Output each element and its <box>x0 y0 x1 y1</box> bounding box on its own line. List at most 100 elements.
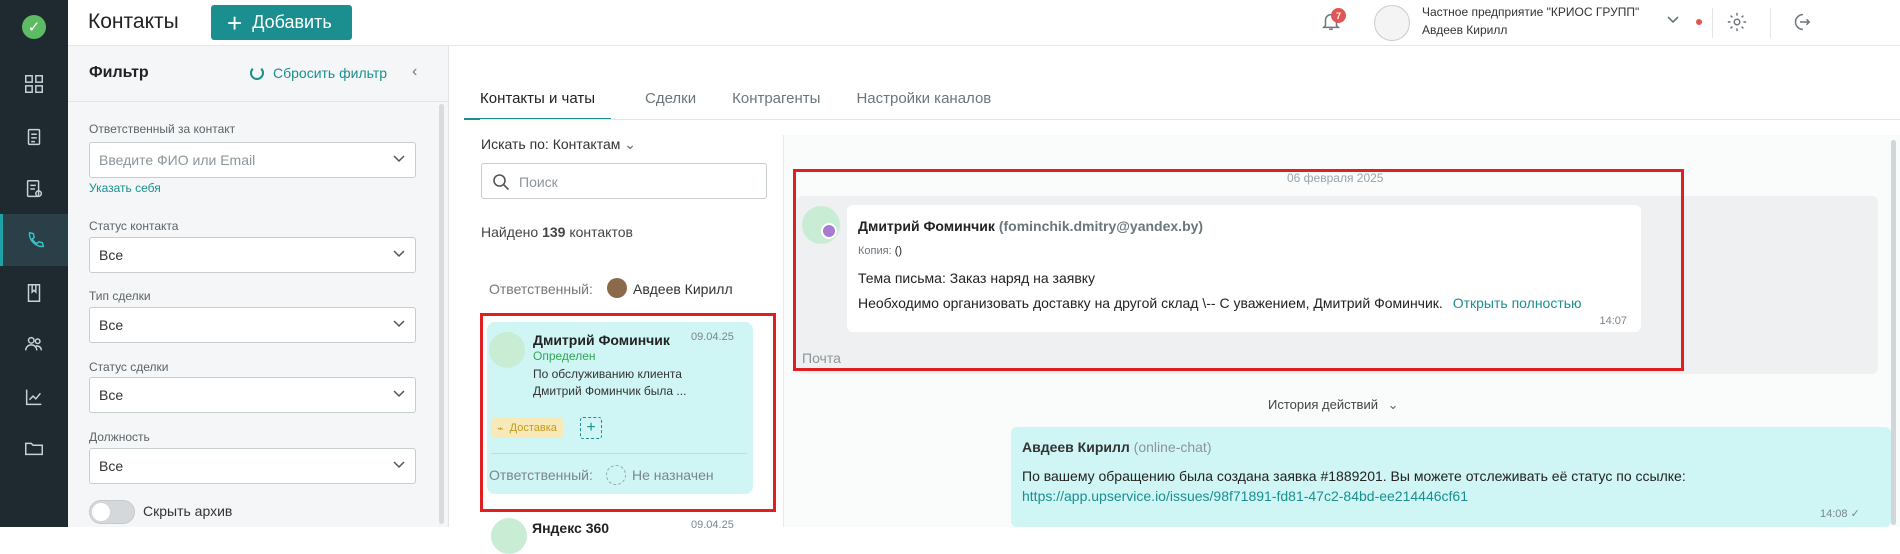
card-responsible-value[interactable]: Не назначен <box>632 467 714 483</box>
contact-name: Дмитрий Фоминчик <box>533 332 670 348</box>
responsible-filter-bar[interactable]: Ответственный: Авдеев Кирилл <box>481 267 756 311</box>
contact-status-label: Статус контакта <box>89 219 179 233</box>
notifications-count-badge: 7 <box>1331 8 1346 23</box>
mail-body: Необходимо организовать доставку на друг… <box>858 295 1582 311</box>
reset-filter-label: Сбросить фильтр <box>273 65 388 81</box>
contact-date-next: 09.04.25 <box>691 519 734 531</box>
tab-channel-settings[interactable]: Настройки каналов <box>854 90 993 120</box>
open-full-link[interactable]: Открыть полностью <box>1453 295 1582 311</box>
search-icon <box>493 174 510 191</box>
chevron-down-icon <box>393 320 405 328</box>
contact-avatar <box>489 332 525 368</box>
search-by-select[interactable]: Искать по: Контактам ⌄ <box>481 136 636 153</box>
filter-title: Фильтр <box>89 64 149 81</box>
position-value: Все <box>99 458 124 474</box>
found-prefix: Найдено <box>481 224 539 240</box>
contact-status-select[interactable]: Все <box>89 237 416 273</box>
responsible-bar-name: Авдеев Кирилл <box>633 281 733 297</box>
mail-sender: Дмитрий Фоминчик (fominchik.dmitry@yande… <box>858 218 1203 234</box>
deal-status-label: Статус сделки <box>89 360 169 374</box>
tag-delivery[interactable]: ⌁ Доставка <box>491 418 563 438</box>
search-placeholder: Поиск <box>519 174 558 190</box>
filter-panel: Фильтр Сбросить фильтр ‹ Ответственный з… <box>68 46 449 527</box>
add-button-label: Добавить <box>252 12 332 32</box>
add-tag-button[interactable]: + <box>580 417 602 439</box>
reset-filter-button[interactable]: Сбросить фильтр <box>250 65 387 81</box>
deal-status-select[interactable]: Все <box>89 377 416 413</box>
app-logo-icon[interactable]: ✓ <box>22 15 46 39</box>
tag-label: Доставка <box>509 422 557 434</box>
chevron-down-icon[interactable] <box>1666 13 1680 27</box>
deal-type-select[interactable]: Все <box>89 307 416 343</box>
mail-copy: Копия: () <box>858 245 902 257</box>
tasks-icon[interactable] <box>0 111 68 163</box>
outgoing-message: Авдеев Кирилл (online-chat) По вашему об… <box>1011 427 1891 527</box>
tab-contacts-chats[interactable]: Контакты и чаты <box>464 90 611 120</box>
tab-counterparties[interactable]: Контрагенты <box>730 90 822 120</box>
chevron-down-icon <box>393 390 405 398</box>
current-user-name[interactable]: Авдеев Кирилл <box>1422 23 1507 37</box>
deal-type-value: Все <box>99 317 124 333</box>
search-by-label: Искать по: Контактам <box>481 136 621 152</box>
folders-icon[interactable] <box>0 422 68 474</box>
chat-scrollbar[interactable] <box>1891 140 1896 525</box>
assign-self-link[interactable]: Указать себя <box>89 181 161 195</box>
check-icon: ✓ <box>1850 508 1860 520</box>
hide-archive-label: Скрыть архив <box>143 503 233 519</box>
issue-link[interactable]: https://app.upservice.io/issues/98f71891… <box>1022 488 1468 504</box>
contact-status: Определен <box>533 349 596 363</box>
deal-type-label: Тип сделки <box>89 289 151 303</box>
hide-archive-toggle[interactable] <box>89 500 135 524</box>
contact-avatar <box>491 518 527 554</box>
logout-icon[interactable] <box>1790 11 1812 38</box>
org-avatar[interactable] <box>1374 5 1410 41</box>
preview-line-2: Дмитрий Фоминчик была ... <box>533 384 687 398</box>
chevron-down-icon: ⌄ <box>624 136 637 152</box>
contact-name-next[interactable]: Яндекс 360 <box>532 520 609 536</box>
tabs-divider <box>480 119 1900 120</box>
requests-icon[interactable] <box>0 163 68 215</box>
team-icon[interactable] <box>0 318 68 370</box>
org-name[interactable]: Частное предприятие "КРИОС ГРУПП" <box>1422 5 1639 19</box>
contact-date: 09.04.25 <box>691 331 734 343</box>
dashboard-icon[interactable] <box>0 58 68 110</box>
contacts-icon[interactable] <box>0 214 68 266</box>
found-count: 139 <box>542 224 566 240</box>
header-divider <box>1712 8 1713 38</box>
header-divider <box>1770 8 1771 38</box>
add-button[interactable]: + Добавить <box>211 5 352 40</box>
preview-line-1: По обслуживанию клиента <box>533 367 682 381</box>
gear-icon[interactable] <box>1726 11 1748 38</box>
plus-icon: + <box>227 7 243 38</box>
status-dot <box>1696 19 1702 25</box>
mail-subject: Тема письма: Заказ наряд на заявку <box>858 270 1096 286</box>
card-divider <box>491 453 747 454</box>
outgoing-sender: Авдеев Кирилл (online-chat) <box>1022 439 1212 455</box>
toggle-knob <box>92 503 110 521</box>
collapse-panel-icon[interactable]: ‹ <box>412 63 417 81</box>
position-select[interactable]: Все <box>89 448 416 484</box>
contact-card-selected[interactable]: Дмитрий Фоминчик 09.04.25 Определен По о… <box>487 322 753 494</box>
responsible-bar-label: Ответственный: <box>489 281 593 297</box>
deal-status-value: Все <box>99 387 124 403</box>
position-label: Должность <box>89 430 150 444</box>
chevron-down-icon <box>393 461 405 469</box>
outgoing-time: 14:08 ✓ <box>1820 507 1860 520</box>
search-input[interactable]: Поиск <box>481 163 767 199</box>
refresh-icon <box>250 66 264 80</box>
outgoing-time-value: 14:08 <box>1820 508 1848 520</box>
filter-scrollbar[interactable] <box>439 104 444 524</box>
chevron-down-icon <box>393 155 405 163</box>
contact-status-value: Все <box>99 247 124 263</box>
sender-email: (fominchik.dmitry@yandex.by) <box>998 218 1204 234</box>
responsible-input[interactable]: Введите ФИО или Email <box>89 142 416 178</box>
channel-label: Почта <box>802 350 841 366</box>
side-navigation: ✓ <box>0 0 68 527</box>
filter-header: Фильтр Сбросить фильтр ‹ <box>68 46 448 102</box>
mail-time: 14:07 <box>1599 315 1627 327</box>
tab-deals[interactable]: Сделки <box>643 90 698 120</box>
knowledge-icon[interactable] <box>0 267 68 319</box>
avatar <box>607 278 627 298</box>
reports-icon[interactable] <box>0 371 68 423</box>
history-toggle[interactable]: История действий ⌄ <box>1268 397 1399 413</box>
